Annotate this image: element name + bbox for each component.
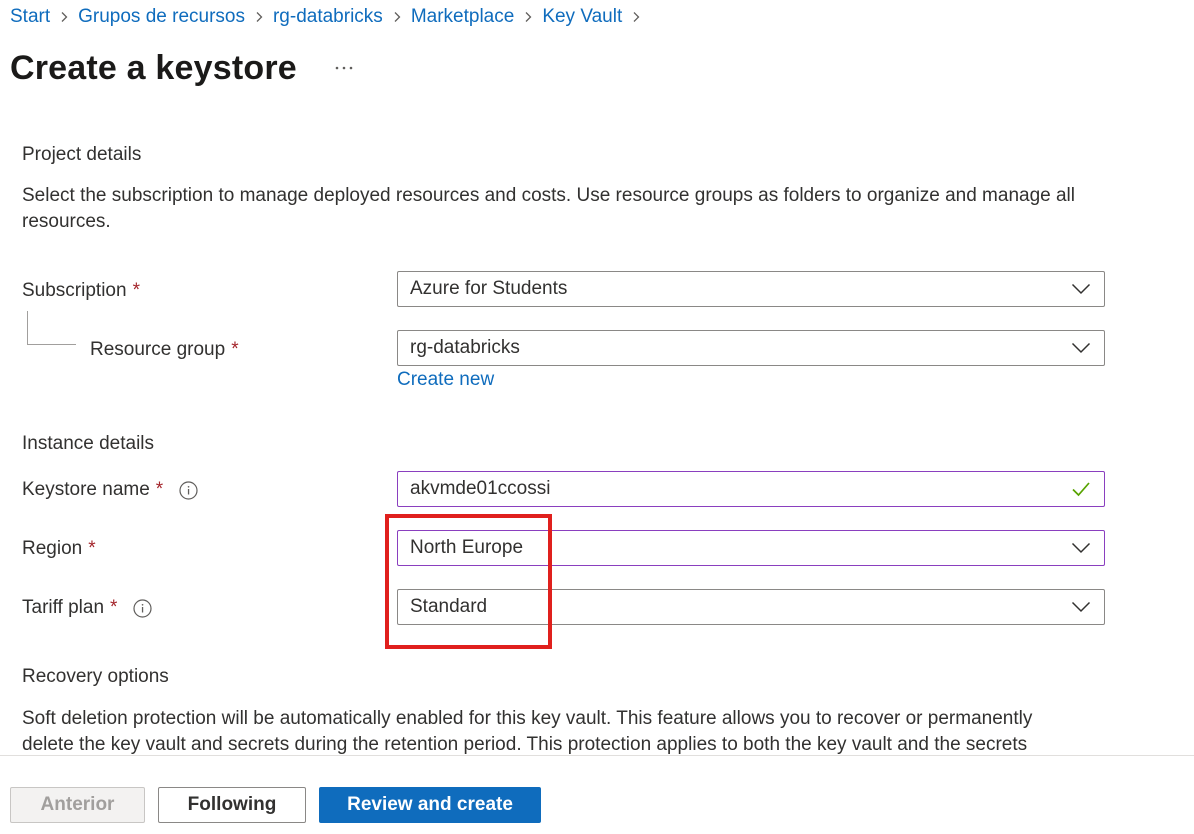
subscription-label: Subscription *: [22, 278, 140, 304]
resource-group-dropdown[interactable]: rg-databricks: [397, 330, 1105, 366]
instance-details-heading: Instance details: [22, 433, 155, 454]
resource-group-label: Resource group *: [90, 337, 239, 363]
chevron-right-icon: [245, 4, 273, 30]
info-icon[interactable]: [179, 480, 198, 500]
breadcrumb-key-vault[interactable]: Key Vault: [542, 6, 622, 28]
resource-group-label-text: Resource group: [90, 339, 226, 360]
previous-button[interactable]: Anterior: [10, 787, 145, 823]
chevron-down-icon: [1058, 590, 1104, 624]
required-mark: *: [155, 479, 164, 500]
region-value: North Europe: [410, 537, 524, 558]
tariff-plan-value: Standard: [410, 596, 488, 617]
region-dropdown[interactable]: North Europe: [397, 530, 1105, 566]
project-details-description: Select the subscription to manage deploy…: [22, 185, 1075, 232]
page-title: Create a keystore: [10, 48, 297, 87]
breadcrumb-marketplace[interactable]: Marketplace: [411, 6, 515, 28]
create-new-resource-group-link[interactable]: Create new: [397, 369, 494, 391]
recovery-options-description: Soft deletion protection will be automat…: [22, 708, 1033, 755]
breadcrumb: Start Grupos de recursos rg-databricks M…: [10, 4, 650, 30]
required-mark: *: [132, 280, 140, 301]
required-mark: *: [231, 339, 239, 360]
project-details-heading: Project details: [22, 144, 142, 165]
recovery-options-heading: Recovery options: [22, 666, 169, 687]
region-label: Region *: [22, 536, 96, 562]
info-icon[interactable]: [133, 598, 153, 618]
tariff-plan-label: Tariff plan *: [22, 595, 153, 621]
subscription-dropdown[interactable]: Azure for Students: [397, 271, 1105, 307]
keystore-name-field[interactable]: [397, 471, 1105, 507]
chevron-down-icon: [1058, 272, 1104, 306]
review-and-create-button[interactable]: Review and create: [319, 787, 541, 823]
footer-bar: Anterior Following Review and create: [0, 755, 1194, 834]
required-mark: *: [88, 538, 96, 559]
keystore-name-label-text: Keystore name: [22, 479, 150, 500]
title-row: Create a keystore: [10, 44, 357, 92]
tree-connector: [27, 311, 76, 345]
breadcrumb-rg-databricks[interactable]: rg-databricks: [273, 6, 383, 28]
breadcrumb-start[interactable]: Start: [10, 6, 50, 28]
chevron-right-icon: [514, 4, 542, 30]
checkmark-icon: [1058, 472, 1104, 506]
chevron-right-icon: [383, 4, 411, 30]
keystore-name-input[interactable]: [410, 478, 1058, 500]
breadcrumb-resource-groups[interactable]: Grupos de recursos: [78, 6, 245, 28]
tariff-plan-label-text: Tariff plan: [22, 597, 105, 618]
chevron-right-icon: [622, 4, 650, 30]
required-mark: *: [110, 597, 118, 618]
subscription-label-text: Subscription: [22, 280, 127, 301]
tariff-plan-dropdown[interactable]: Standard: [397, 589, 1105, 625]
subscription-value: Azure for Students: [410, 278, 568, 299]
chevron-down-icon: [1058, 331, 1104, 365]
chevron-down-icon: [1058, 531, 1104, 565]
resource-group-value: rg-databricks: [410, 337, 520, 358]
region-label-text: Region: [22, 538, 83, 559]
more-icon[interactable]: [331, 55, 357, 81]
next-button[interactable]: Following: [158, 787, 306, 823]
chevron-right-icon: [50, 4, 78, 30]
keystore-name-label: Keystore name *: [22, 477, 198, 503]
